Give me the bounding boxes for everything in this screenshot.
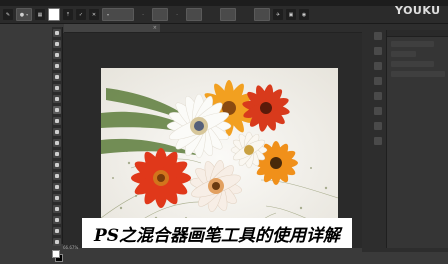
character-panel-icon[interactable]	[374, 92, 382, 100]
document-workspace	[63, 33, 363, 248]
blur-icon[interactable]	[53, 161, 61, 169]
pressure-icon[interactable]: ◉	[299, 9, 309, 20]
clone-source-icon[interactable]	[374, 77, 382, 85]
watermark: YOUKU	[395, 4, 441, 17]
gradient-icon[interactable]	[53, 150, 61, 158]
clone-stamp-icon[interactable]	[53, 117, 61, 125]
move-tool-icon[interactable]	[53, 29, 61, 37]
actions-panel-icon[interactable]	[374, 137, 382, 145]
blend-preset-select[interactable]: ▾	[102, 8, 134, 21]
video-caption: PS之混合器画笔工具的使用详解	[82, 218, 352, 248]
properties-panel-icon[interactable]	[374, 47, 382, 55]
brush-preset-picker[interactable]: ● ▾	[16, 8, 32, 21]
layers-panel	[386, 30, 448, 248]
color-swatches[interactable]	[52, 250, 63, 264]
load-brush-icon[interactable]: ⤒	[63, 9, 73, 20]
brush-panel-icon-dock[interactable]	[374, 62, 382, 70]
document-tab-strip: ×	[64, 24, 362, 33]
flow-field[interactable]	[254, 8, 270, 21]
lasso-tool-icon[interactable]	[53, 51, 61, 59]
wet-label: ·	[142, 11, 144, 18]
mix-label	[205, 9, 217, 20]
zoom-icon[interactable]	[53, 238, 61, 246]
panel-row	[391, 41, 435, 47]
info-panel-icon[interactable]	[374, 122, 382, 130]
flow-label	[239, 9, 251, 20]
type-icon[interactable]	[53, 194, 61, 202]
zoom-readout[interactable]: 66.67%	[63, 245, 78, 250]
options-bar: ✎ ● ▾ ▦ ⤒ ✓ ✕ ▾ · · ✈ ▣ ◉	[0, 6, 448, 24]
load-label: ·	[176, 11, 178, 18]
brush-tool-icon[interactable]	[53, 106, 61, 114]
current-load-swatch[interactable]	[48, 8, 60, 21]
paragraph-panel-icon[interactable]	[374, 107, 382, 115]
tool-preset-icon[interactable]: ✎	[3, 9, 13, 20]
eyedropper-icon[interactable]	[53, 84, 61, 92]
load-field[interactable]	[186, 8, 202, 21]
pen-icon[interactable]	[53, 183, 61, 191]
tools-panel	[52, 27, 63, 262]
shape-icon[interactable]	[53, 216, 61, 224]
panel-row	[391, 61, 435, 67]
panel-row	[391, 71, 445, 77]
mix-field[interactable]	[220, 8, 236, 21]
history-panel-icon[interactable]	[374, 32, 382, 40]
close-tab-icon[interactable]: ×	[153, 24, 157, 32]
marquee-tool-icon[interactable]	[53, 40, 61, 48]
panel-row	[391, 51, 416, 57]
brush-panel-icon[interactable]: ▦	[35, 9, 45, 20]
panel-header	[387, 30, 448, 37]
right-dock	[362, 24, 448, 252]
quick-select-icon[interactable]	[53, 62, 61, 70]
wet-field[interactable]	[152, 8, 168, 21]
history-brush-icon[interactable]	[53, 128, 61, 136]
document-tab[interactable]: ×	[64, 24, 160, 32]
caption-text: PS之混合器画笔工具的使用详解	[93, 225, 341, 246]
eraser-icon[interactable]	[53, 139, 61, 147]
path-select-icon[interactable]	[53, 205, 61, 213]
crop-tool-icon[interactable]	[53, 73, 61, 81]
airbrush-icon[interactable]: ✈	[273, 9, 283, 20]
healing-brush-icon[interactable]	[53, 95, 61, 103]
dodge-icon[interactable]	[53, 172, 61, 180]
sample-all-layers-icon[interactable]: ▣	[286, 9, 296, 20]
combo-icon[interactable]: ✕	[89, 9, 99, 20]
hand-icon[interactable]	[53, 227, 61, 235]
collapsed-panels-strip	[372, 32, 384, 232]
foreground-color-swatch[interactable]	[52, 250, 60, 258]
clean-brush-icon[interactable]: ✓	[76, 9, 86, 20]
